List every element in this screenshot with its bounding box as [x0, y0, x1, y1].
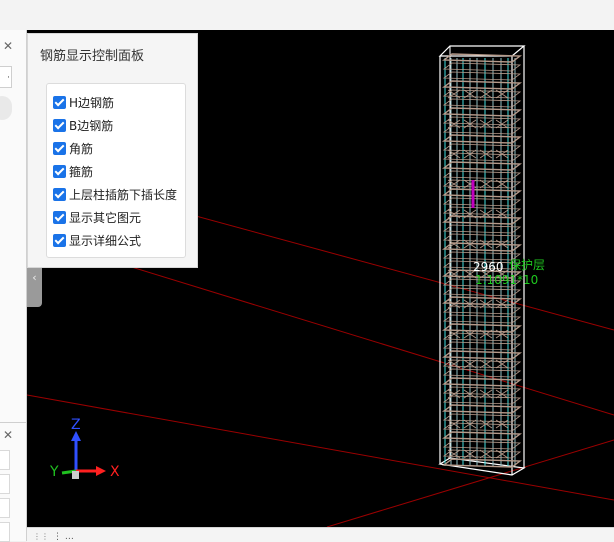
grid-line	[27, 394, 614, 501]
left-panel-row[interactable]	[0, 450, 10, 470]
top-toolbar-strip	[0, 0, 614, 31]
left-panel-row[interactable]	[0, 522, 10, 542]
annotation-label: 保护层	[509, 258, 546, 272]
checkbox-checked-icon[interactable]	[53, 118, 66, 132]
left-panel-row[interactable]	[0, 498, 10, 518]
stirrup-ring	[441, 377, 523, 387]
checkbox-upper-column-dowel-length[interactable]: 上层柱插筋下插长度	[53, 186, 177, 202]
annotation-formula: 1.1091*10	[475, 273, 539, 287]
checkbox-label: H边钢筋	[69, 95, 115, 110]
stirrup-ring	[441, 80, 523, 90]
left-panel-divider	[0, 422, 26, 423]
stirrup-ring	[442, 305, 522, 315]
checkbox-checked-icon[interactable]	[53, 187, 66, 201]
panel-title: 钢筋显示控制面板	[40, 49, 145, 64]
checkbox-label: 显示详细公式	[69, 233, 142, 248]
checkbox-stirrup[interactable]: 箍筋	[53, 163, 93, 179]
left-panel-round-button[interactable]	[0, 96, 12, 120]
left-panel-row[interactable]	[0, 474, 10, 494]
stirrup-ring	[442, 125, 522, 135]
stirrup-ring	[441, 404, 523, 414]
axis-z-label: Z	[71, 417, 81, 433]
stirrup-ring	[441, 323, 523, 333]
stirrup-ring	[442, 197, 522, 207]
stirrup-ring	[442, 440, 522, 450]
checkbox-label: B边钢筋	[69, 118, 114, 133]
checkbox-checked-icon[interactable]	[53, 164, 66, 178]
checkbox-label: 上层柱插筋下插长度	[69, 187, 178, 202]
checkbox-checked-icon[interactable]	[53, 210, 66, 224]
axis-y-label: Y	[49, 464, 59, 480]
checkbox-checked-icon[interactable]	[53, 233, 66, 247]
stirrup-ring	[442, 143, 522, 153]
stirrup-ring	[442, 224, 522, 234]
close-icon[interactable]: ✕	[3, 40, 15, 52]
stirrup-ring	[442, 341, 522, 351]
stirrup-ring	[441, 188, 523, 198]
stirrup-ring	[442, 170, 522, 180]
stirrup-ring	[441, 350, 523, 360]
stirrup-ring	[441, 53, 523, 63]
checkbox-checked-icon[interactable]	[53, 95, 66, 109]
grip-icon[interactable]: ⋮⋮	[33, 533, 49, 541]
option-list: H边钢筋 B边钢筋 角筋 箍筋 上层柱插筋下插长度 显示其它图元 显示详细公式	[46, 83, 186, 258]
checkbox-corner-rebar[interactable]: 角筋	[53, 140, 93, 156]
rebar-display-control-panel: 钢筋显示控制面板 H边钢筋 B边钢筋 角筋 箍筋 上层柱插筋下插长度 显示其它图…	[27, 33, 198, 268]
axis-x-arrow	[96, 466, 106, 476]
stirrup-ring	[442, 314, 522, 324]
stirrup-ring	[441, 161, 523, 171]
checkbox-b-edge-rebar[interactable]: B边钢筋	[53, 117, 113, 133]
left-side-panel: ✕ · ✕	[0, 30, 27, 542]
checkbox-label: 角筋	[69, 141, 94, 156]
stirrup-ring	[441, 107, 523, 117]
left-panel-dropdown[interactable]: ·	[0, 66, 12, 88]
stirrup-ring	[442, 71, 522, 81]
chevron-left-icon: ‹	[32, 271, 37, 284]
stirrup-ring	[441, 134, 523, 144]
axis-origin-cube	[72, 471, 79, 479]
stirrup-ring	[442, 98, 522, 108]
close-icon[interactable]: ✕	[3, 429, 15, 441]
stirrup-ring	[442, 62, 522, 72]
axis-x-label: X	[110, 464, 120, 480]
checkbox-checked-icon[interactable]	[53, 141, 66, 155]
stirrup-ring	[441, 215, 523, 225]
stirrup-ring	[442, 287, 522, 297]
checkbox-label: 显示其它图元	[69, 210, 142, 225]
stirrup-ring	[442, 368, 522, 378]
stirrup-ring	[442, 395, 522, 405]
checkbox-label: 箍筋	[69, 164, 94, 179]
stirrup-ring	[441, 431, 523, 441]
checkbox-h-edge-rebar[interactable]: H边钢筋	[53, 94, 114, 110]
stirrup-ring	[442, 413, 522, 423]
checkbox-show-detailed-formula[interactable]: 显示详细公式	[53, 232, 141, 248]
checkbox-show-other-elements[interactable]: 显示其它图元	[53, 209, 141, 225]
status-bar: ⋮⋮ ⋮ …	[27, 527, 614, 542]
stirrup-ring	[442, 233, 522, 243]
